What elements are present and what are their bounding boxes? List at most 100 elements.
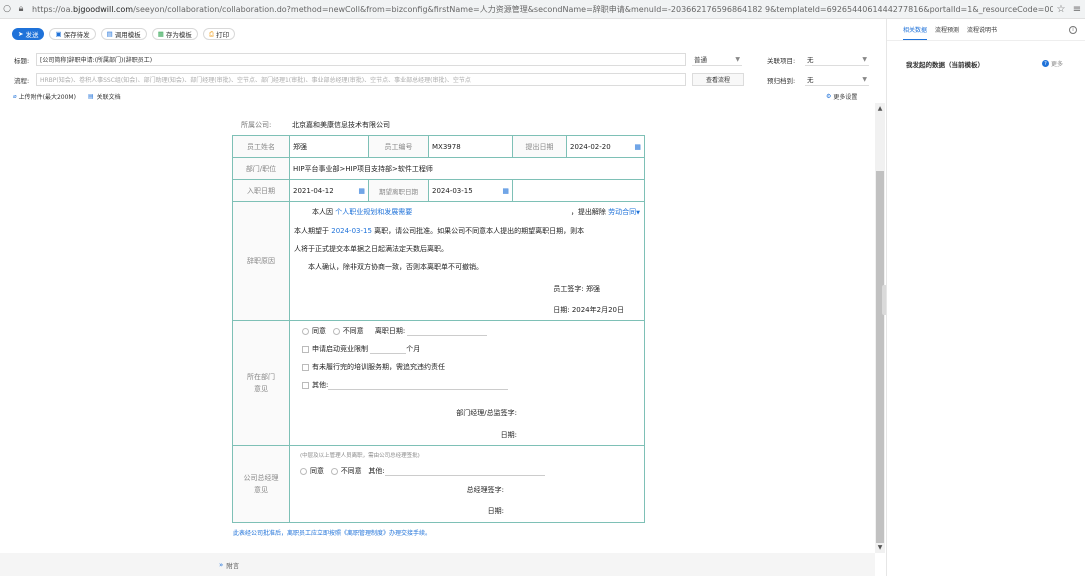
form-footnote: 此表经公司批准后，离职员工应立即按照《离职管理制度》办理交接手续。 (233, 530, 432, 537)
send-button[interactable]: ➤ 发送 (12, 28, 45, 40)
dept-date-label: 日期: (500, 431, 517, 439)
agree-radio[interactable] (302, 327, 309, 335)
dept-opinion-content: 同意 不同意 离职日期: 申请启动竞业限制 个月 有未履行完的培训服务期，需追究… (289, 320, 645, 446)
calendar-icon[interactable]: ▦ (502, 187, 509, 195)
reason-line-2: 本人期望于 2024-03-15 离职，请公司批准。如果公司不同意本人提出的期望… (294, 222, 640, 240)
training-checkbox[interactable] (302, 363, 309, 371)
disagree-radio[interactable] (332, 327, 340, 335)
menu-icon[interactable]: ≡ (1069, 4, 1085, 15)
months-label: 个月 (406, 345, 421, 353)
leave-date-label: 离职日期: (374, 327, 406, 335)
view-flow-label: 查看流程 (705, 77, 730, 84)
gm-opinion-content: (中层及以上管理人员离职，需由公司总经理签批) 同意 不同意 其他: 总经理签字… (289, 445, 645, 523)
related-project-select[interactable]: 无 ▼ (805, 53, 869, 66)
browser-address-bar: ○ 🔒︎ https://oa.bjgoodwill.com/seeyon/co… (0, 0, 1085, 19)
info-icon[interactable]: i (1069, 26, 1077, 34)
reason-content: 本人因 个人职业规划和发展需要 ，提出解除 劳动合同▼ 本人期望于 2024-0… (289, 201, 645, 321)
attachment-bar[interactable]: » 附言 (0, 553, 875, 576)
scroll-thumb[interactable] (876, 171, 884, 543)
related-doc-link[interactable]: 关联文档 (97, 92, 121, 101)
other-input[interactable] (328, 381, 509, 390)
expect-prefix: 本人期望于 (294, 227, 329, 235)
expect-date-value: 2024-03-15 (432, 186, 473, 195)
empno-label: 员工编号 (368, 135, 429, 158)
months-input[interactable] (370, 345, 407, 354)
chevron-down-icon: ▼ (735, 55, 740, 63)
save-icon: ▣ (55, 30, 62, 38)
join-date-value: 2021-04-12 (293, 186, 334, 195)
noncompete-row: 申请启动竞业限制 个月 (302, 340, 632, 358)
tab-flow-manual[interactable]: 流程说明书 (967, 20, 997, 39)
print-label: 打印 (216, 31, 230, 39)
expect-date-inline[interactable]: 2024-03-15 (331, 227, 372, 235)
call-template-button[interactable]: ▤ 调用模板 (100, 28, 147, 40)
dept-date-row: 日期: (302, 426, 632, 444)
gm-agree-radio[interactable] (300, 467, 307, 475)
priority-select[interactable]: 普通 ▼ (692, 53, 742, 66)
noncompete-checkbox[interactable] (302, 345, 309, 353)
expect-date-field[interactable]: 2024-03-15 ▦ (428, 179, 513, 202)
join-date-field[interactable]: 2021-04-12 ▦ (289, 179, 369, 202)
more-settings-link[interactable]: ⚙ 更多设置 (826, 92, 857, 101)
gm-other-input[interactable] (384, 467, 545, 476)
sign-label: 员工签字: (553, 285, 584, 293)
title-label: 标题: (14, 56, 30, 65)
attachment-label: 附言 (226, 561, 240, 570)
gm-other-label: 其他: (368, 467, 385, 475)
scroll-up-icon[interactable]: ▲ (875, 105, 885, 112)
print-button[interactable]: ⎙ 打印 (202, 28, 236, 40)
print-icon: ⎙ (208, 29, 215, 38)
double-chevron-down-icon: » (219, 560, 224, 569)
circle-icon[interactable]: ○ (0, 4, 14, 14)
reason-line-4: 本人确认，除非双方协商一致，否则本离职单不可撤销。 (308, 263, 483, 271)
expect-suffix: 离职，请公司批准。如果公司不同意本人提出的期望离职日期，则本 (374, 227, 585, 235)
tab-flow-forecast[interactable]: 流程预测 (935, 20, 959, 39)
submit-date-value: 2024-02-20 (570, 142, 611, 151)
title-input[interactable]: [公司简称]辞职申请:(所属部门)(辞职员工) (36, 53, 686, 66)
star-icon[interactable]: ☆ (1053, 4, 1069, 15)
more-settings-label: 更多设置 (833, 94, 858, 101)
gm-disagree-radio[interactable] (330, 467, 338, 475)
sign-value[interactable]: 郑强 (586, 285, 600, 293)
empno-value[interactable]: MX3978 (428, 135, 513, 158)
reason-select[interactable]: 个人职业规划和发展需要 (335, 208, 412, 216)
expect-date-label: 期望离职日期 (368, 179, 429, 202)
training-label: 有未履行完的培训服务期，需追究违约责任 (312, 363, 445, 371)
agree-label: 同意 (312, 327, 326, 335)
other-checkbox[interactable] (302, 381, 309, 389)
reason-prefix: 本人因 (312, 208, 333, 216)
save-as-template-button[interactable]: ▦ 存为模板 (151, 28, 198, 40)
name-value[interactable]: 郑强 (289, 135, 369, 158)
disagree-label: 不同意 (342, 327, 364, 335)
archive-value: 无 (807, 76, 814, 84)
lock-icon[interactable]: 🔒︎ (14, 4, 28, 14)
dept-value[interactable]: HIP平台事业部>HIP项目支持部>软件工程师 (289, 157, 645, 180)
upload-attachment-link[interactable]: 上传附件(最大200M) (19, 92, 76, 101)
flow-row: 流程: HRBP(知会)、卷积人事SSC组(知会)、部门助理(知会)、部门经理(… (14, 73, 686, 86)
flow-input[interactable]: HRBP(知会)、卷积人事SSC组(知会)、部门助理(知会)、部门经理(审批)、… (36, 73, 686, 86)
resignation-form-table: 员工姓名 郑强 员工编号 MX3978 提出日期 2024-02-20 ▦ 部门/… (232, 135, 645, 523)
tab-related-data[interactable]: 相关数据 (903, 20, 928, 40)
calendar-icon[interactable]: ▦ (358, 187, 365, 195)
leave-date-input[interactable] (407, 327, 488, 336)
save-draft-button[interactable]: ▣ 保存待发 (49, 28, 96, 40)
submit-date-field[interactable]: 2024-02-20 ▦ (566, 135, 645, 158)
flow-value: HRBP(知会)、卷积人事SSC组(知会)、部门助理(知会)、部门经理(审批)、… (40, 77, 471, 84)
attach-row: ⌀ 上传附件(最大200M) ▤ 关联文档 (13, 92, 121, 101)
more-link[interactable]: ? 更多 (1042, 59, 1063, 68)
date-value[interactable]: 2024年2月20日 (572, 306, 624, 314)
reason-line-3: 人将于正式提交本单据之日起满法定天数后离职。 (294, 245, 448, 253)
contract-select[interactable]: 劳动合同 (608, 208, 636, 216)
archive-select[interactable]: 无 ▼ (805, 73, 869, 86)
related-project-row: 关联项目: 无 ▼ (767, 53, 869, 66)
main-scrollbar[interactable]: ▲ ▼ (875, 103, 885, 553)
save-template-icon: ▦ (157, 30, 164, 38)
url-path: /seeyon/collaboration/collaboration.do?m… (133, 4, 1053, 14)
gm-decision-row: 同意 不同意 其他: (300, 464, 634, 479)
calendar-icon[interactable]: ▦ (634, 143, 641, 151)
url-field[interactable]: https://oa.bjgoodwill.com/seeyon/collabo… (28, 4, 1053, 15)
scroll-down-icon[interactable]: ▼ (875, 544, 885, 551)
reason-line-1: 本人因 个人职业规划和发展需要 ，提出解除 劳动合同▼ (294, 203, 640, 222)
view-flow-button[interactable]: 查看流程 (692, 73, 744, 86)
reason-label: 辞职原因 (232, 201, 290, 321)
